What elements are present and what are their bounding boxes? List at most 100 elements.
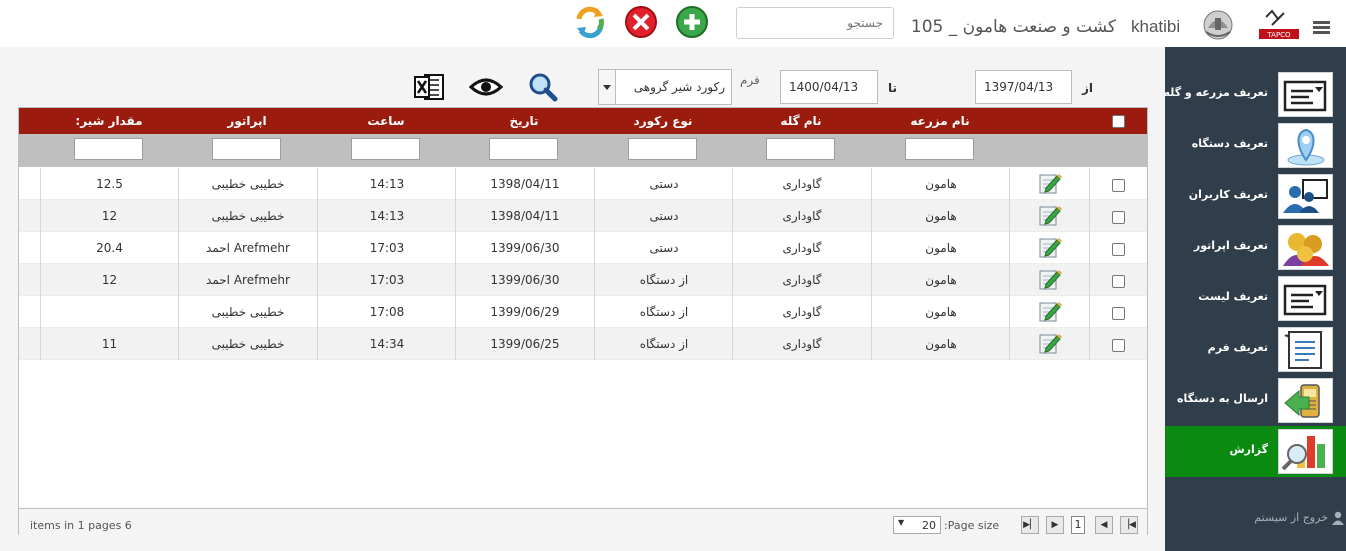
table-cell: خطیبی خطیبی: [178, 200, 317, 232]
table-row[interactable]: هامون گاوداری از دستگاه 1399/06/25 14:34 خطیب…: [19, 328, 1147, 360]
logout-link[interactable]: خروج از سیستم: [1165, 509, 1346, 529]
table-cell: 20.4: [40, 232, 178, 264]
table-cell: 17:03: [317, 264, 456, 296]
edit-icon[interactable]: [1038, 299, 1062, 323]
to-date-input[interactable]: 1400/04/13: [780, 70, 878, 104]
checkbox-cell: [1089, 296, 1147, 328]
sidebar-item[interactable]: تعریف کاربران: [1165, 171, 1346, 222]
page-size-label: Page size:: [944, 519, 1000, 532]
prev-page-button[interactable]: ◀: [1095, 516, 1113, 534]
filter-input[interactable]: [905, 138, 974, 160]
search-input[interactable]: [736, 7, 894, 39]
sidebar-item-label: ارسال به دستگاه: [1176, 392, 1268, 405]
table-cell: 17:03: [317, 232, 456, 264]
username: khatibi: [1131, 17, 1181, 36]
edit-icon[interactable]: [1038, 203, 1062, 227]
current-page[interactable]: 1: [1071, 516, 1085, 534]
form-select[interactable]: رکورد شیر گروهی: [598, 69, 732, 105]
sidebar-item[interactable]: ارسال به دستگاه: [1165, 375, 1346, 426]
table-row[interactable]: هامون گاوداری دستی 1399/06/30 17:03 Arefmehr …: [19, 232, 1147, 264]
table-row[interactable]: هامون گاوداری دستی 1398/04/11 14:13 خطیبی خطی…: [19, 168, 1147, 200]
table-cell: 11: [40, 328, 178, 360]
eye-icon: [468, 78, 504, 96]
page-size-value: 20: [922, 519, 936, 532]
table-cell: گاوداری: [732, 264, 871, 296]
checkbox-cell: [1089, 168, 1147, 200]
users-computer-icon: [1278, 174, 1333, 219]
table-cell: خطیبی خطیبی: [178, 328, 317, 360]
edit-icon[interactable]: [1038, 171, 1062, 195]
pager-summary: items in 1 pages 6: [30, 519, 132, 532]
sidebar: تعریف مزرعه و گله تعریف دستگاه تعریف کاربر…: [1164, 47, 1346, 551]
sidebar-item[interactable]: تعریف فرم: [1165, 324, 1346, 375]
table-row[interactable]: هامون گاوداری از دستگاه 1399/06/29 17:08 خطیب…: [19, 296, 1147, 328]
add-button[interactable]: [674, 5, 710, 39]
sidebar-item-label: گزارش: [1229, 443, 1268, 456]
table-cell: خطیبی خطیبی: [178, 296, 317, 328]
table-cell: هامون: [871, 200, 1010, 232]
from-date-input[interactable]: 1397/04/13: [975, 70, 1072, 104]
table-row[interactable]: هامون گاوداری از دستگاه 1399/06/30 17:03 Aref…: [19, 264, 1147, 296]
last-page-button[interactable]: ▶▏: [1021, 516, 1039, 534]
filter-input[interactable]: [489, 138, 558, 160]
table-cell: Arefmehr احمد: [178, 232, 317, 264]
column-header[interactable]: نوع رکورد: [594, 108, 732, 134]
svg-text:TAPCO: TAPCO: [1266, 31, 1291, 39]
table-cell: هامون: [871, 328, 1010, 360]
delete-button[interactable]: [623, 5, 659, 39]
sidebar-item[interactable]: گزارش: [1165, 426, 1346, 477]
edit-icon[interactable]: [1038, 331, 1062, 355]
sidebar-item[interactable]: تعریف اپراتور: [1165, 222, 1346, 273]
export-excel-button[interactable]: [411, 71, 447, 103]
sidebar-item[interactable]: تعریف مزرعه و گله: [1164, 69, 1346, 120]
first-page-button[interactable]: ▕◀: [1120, 516, 1138, 534]
pager: ▕◀ ◀ 1 ▶ ▶▏ Page size: ▼ 20 items in 1 p…: [19, 508, 1147, 535]
column-header[interactable]: نام گله: [732, 108, 870, 134]
sidebar-item[interactable]: تعریف دستگاه: [1165, 120, 1346, 171]
edit-icon[interactable]: [1038, 267, 1062, 291]
filter-input[interactable]: [212, 138, 281, 160]
report-chart-icon: [1278, 429, 1333, 474]
refresh-button[interactable]: [571, 5, 609, 39]
records-grid: نام مزرعه نام گله نوع رکورد تاریخ ساعت ا…: [18, 107, 1148, 535]
user-icon: [1332, 511, 1344, 525]
form-document-icon: [1278, 327, 1333, 372]
table-cell: هامون: [871, 296, 1010, 328]
next-page-button[interactable]: ▶: [1046, 516, 1064, 534]
column-header[interactable]: اپراتور: [178, 108, 316, 134]
table-cell: گاوداری: [732, 328, 871, 360]
table-cell: هامون: [871, 264, 1010, 296]
table-cell: 1398/04/11: [455, 168, 594, 200]
search-button[interactable]: [525, 71, 561, 103]
table-cell: گاوداری: [732, 232, 871, 264]
table-cell: دستی: [594, 168, 733, 200]
sidebar-item[interactable]: تعریف لیست: [1165, 273, 1346, 324]
top-bar: TAPCO khatibi کشت و صنعت هامون _ 105: [0, 0, 1346, 47]
chevron-down-icon[interactable]: ▼: [898, 518, 904, 527]
plus-circle-icon: [676, 6, 708, 38]
column-header[interactable]: تاریخ: [455, 108, 593, 134]
chevron-down-icon[interactable]: [599, 70, 616, 104]
sidebar-item-label: تعریف کاربران: [1188, 188, 1268, 201]
sidebar-item-label: تعریف لیست: [1198, 290, 1268, 303]
column-header[interactable]: مقدار شیر:: [40, 108, 178, 134]
filter-input[interactable]: [351, 138, 420, 160]
list-window-icon: [1278, 72, 1333, 117]
filter-input[interactable]: [74, 138, 143, 160]
table-row[interactable]: هامون گاوداری دستی 1398/04/11 14:13 خطیبی خطی…: [19, 200, 1147, 232]
table-cell: خطیبی خطیبی: [178, 168, 317, 200]
column-header[interactable]: نام مزرعه: [871, 108, 1009, 134]
search-icon: [529, 73, 558, 102]
menu-icon[interactable]: [1313, 21, 1330, 35]
filter-input[interactable]: [628, 138, 697, 160]
table-cell: 14:13: [317, 200, 456, 232]
select-all-checkbox[interactable]: [1112, 115, 1125, 128]
view-button[interactable]: [468, 71, 504, 103]
filter-input[interactable]: [766, 138, 835, 160]
edit-icon[interactable]: [1038, 235, 1062, 259]
column-header[interactable]: ساعت: [317, 108, 455, 134]
report-panel: از 1397/04/13 تا 1400/04/13 فرم رکورد شی…: [0, 47, 1165, 551]
operators-icon: [1278, 225, 1333, 270]
page-size-select[interactable]: ▼ 20: [893, 516, 941, 534]
checkbox-cell: [1089, 232, 1147, 264]
